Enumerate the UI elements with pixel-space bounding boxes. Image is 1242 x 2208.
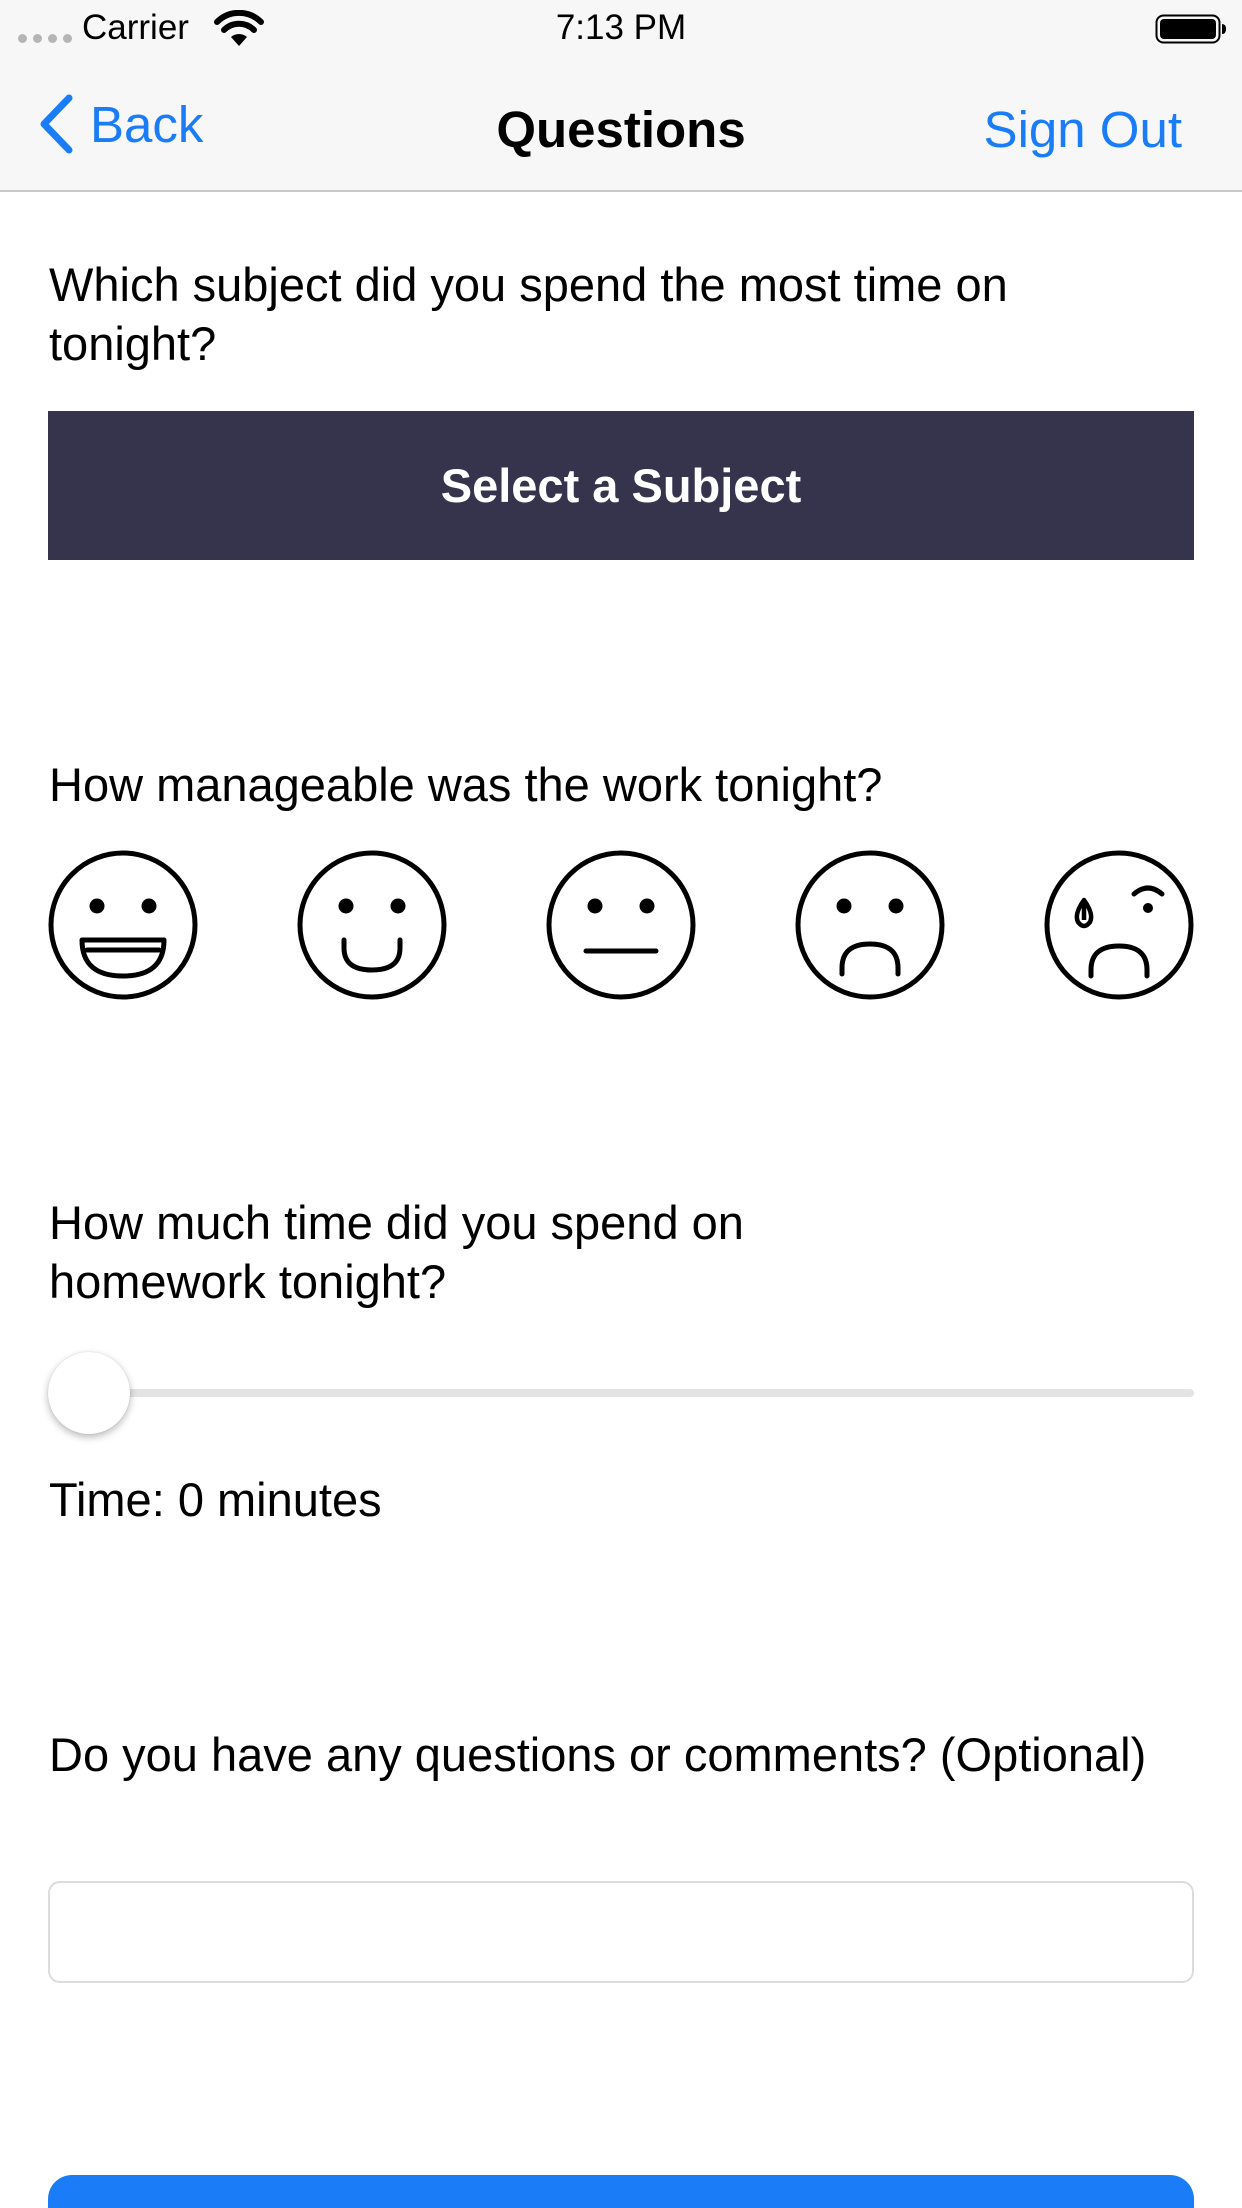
status-bar: Carrier 7:13 PM [0,0,1242,58]
comments-question-label: Do you have any questions or comments? (… [49,1728,1147,1781]
frowning-face-icon[interactable] [795,850,945,1000]
smiling-face-icon[interactable] [297,850,447,1000]
grinning-face-icon[interactable] [48,850,198,1000]
time-question-label: How much time did you spend on homework … [49,1196,744,1308]
slider-thumb[interactable] [48,1352,130,1434]
status-time: 7:13 PM [555,8,687,47]
comments-input[interactable] [48,1881,1194,1983]
crying-face-icon[interactable] [1044,850,1194,1000]
manageability-question-label: How manageable was the work tonight? [49,758,883,811]
slider-track [48,1389,1194,1397]
time-slider[interactable] [48,1352,1194,1436]
sign-out-button[interactable]: Sign Out [984,100,1182,159]
time-value-label: Time: 0 minutes [49,1473,382,1526]
navigation-bar: Back Questions Sign Out [0,58,1242,192]
manageability-rating [48,850,1194,1000]
submit-button[interactable] [48,2175,1194,2208]
select-subject-button[interactable]: Select a Subject [48,411,1194,560]
subject-question-label: Which subject did you spend the most tim… [49,258,1008,370]
neutral-face-icon[interactable] [546,850,696,1000]
battery-icon [1155,14,1226,44]
